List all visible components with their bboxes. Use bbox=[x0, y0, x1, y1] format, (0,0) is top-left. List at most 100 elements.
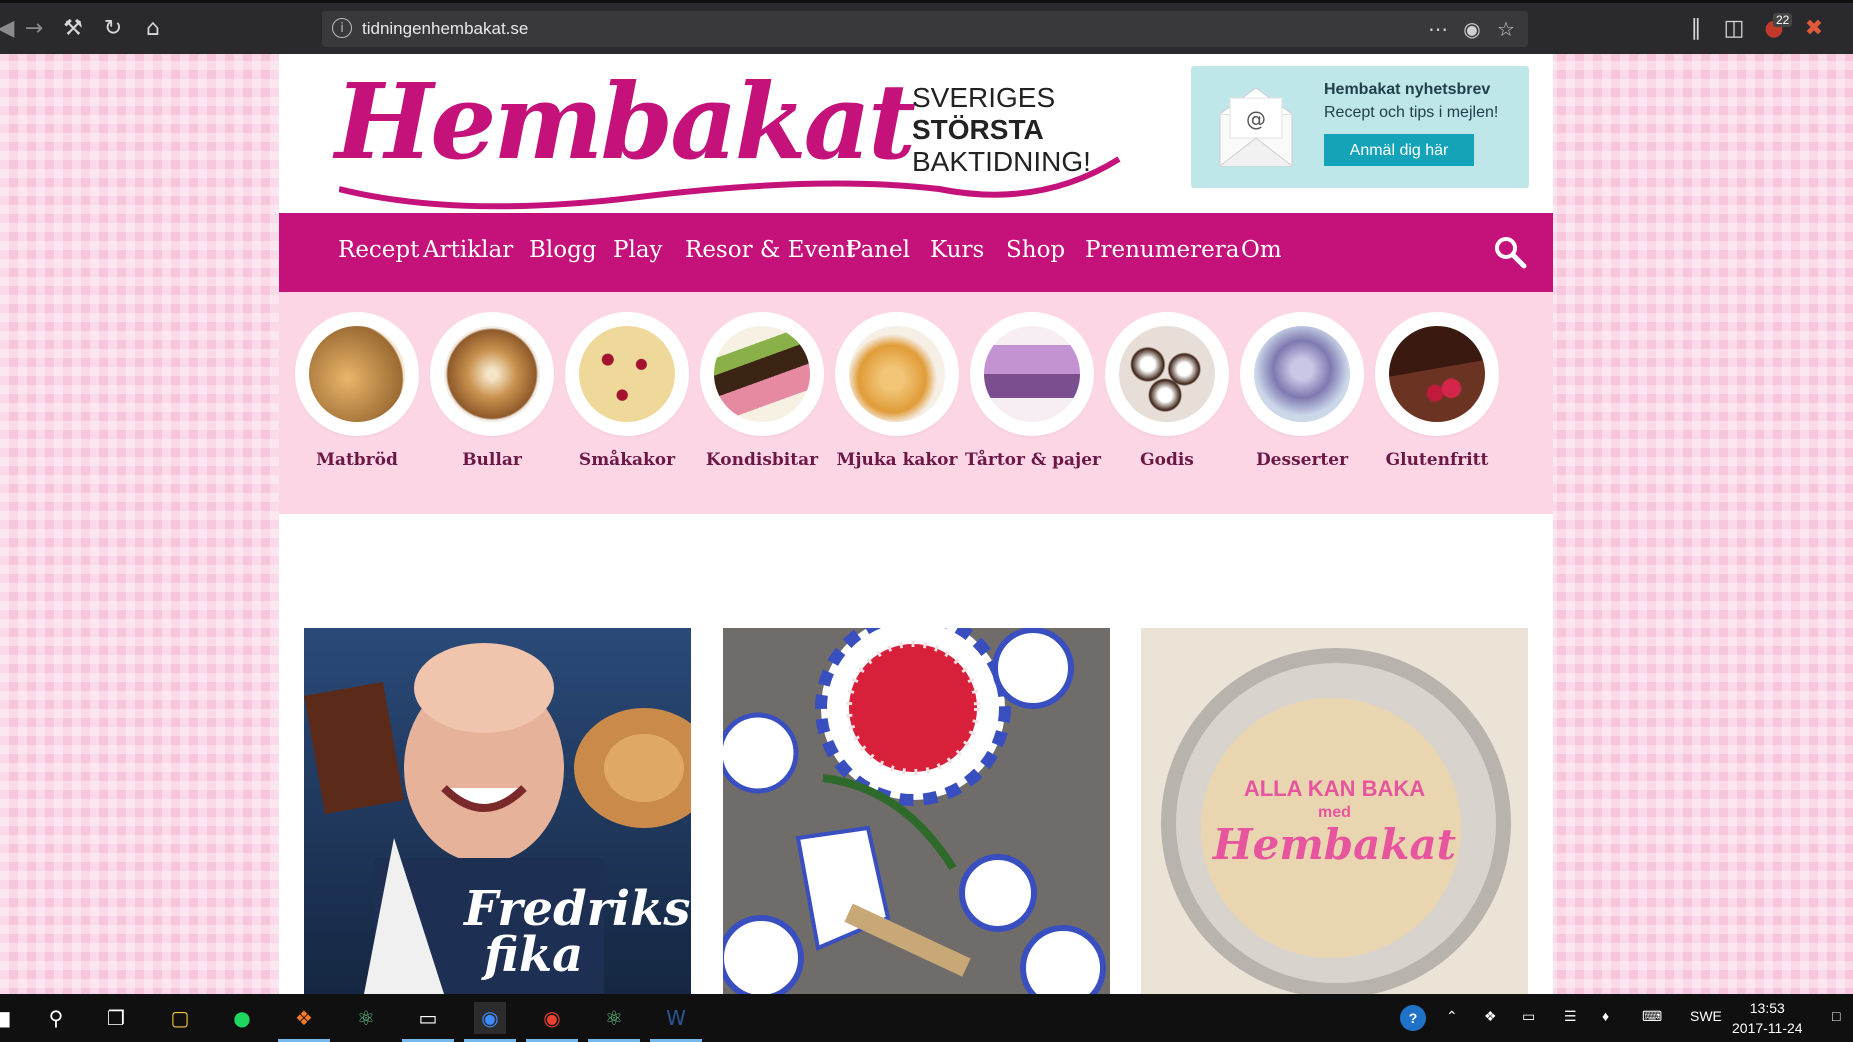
category-image[interactable] bbox=[839, 316, 955, 432]
category-kondisbitar[interactable]: Kondisbitar bbox=[695, 316, 829, 470]
category-label[interactable]: Bullar bbox=[425, 450, 559, 470]
envelope-icon: @ bbox=[1219, 87, 1293, 167]
search-icon[interactable]: ⚲ bbox=[40, 1002, 72, 1034]
card-title-line1: Fredriks bbox=[464, 881, 691, 937]
taskbar: ■ ⚲ ❐ ▢ ● ❖ ⚛ ▭ ◉ ◉ ⚛ W ? ⌃ ❖ ▭ ☰ ♦ ⌨ SW… bbox=[0, 994, 1853, 1042]
reload-icon[interactable]: ↻ bbox=[97, 13, 129, 45]
category-image[interactable] bbox=[1244, 316, 1360, 432]
pocket-icon[interactable]: ◉ bbox=[1458, 15, 1486, 43]
category-image[interactable] bbox=[569, 316, 685, 432]
newsletter-box: @ Hembakat nyhetsbrev Recept och tips i … bbox=[1191, 66, 1529, 188]
category-label[interactable]: Matbröd bbox=[290, 450, 424, 470]
nav-item-prenumerera[interactable]: Prenumerera bbox=[1085, 237, 1239, 263]
tools-icon[interactable]: ⚒ bbox=[57, 13, 89, 45]
address-bar[interactable]: i tidningenhembakat.se ⋯ ◉ ☆ bbox=[322, 11, 1528, 47]
nav-item-play[interactable]: Play bbox=[613, 237, 663, 263]
sidebar-icon[interactable]: ◫ bbox=[1718, 13, 1750, 45]
task-view-icon[interactable]: ❐ bbox=[100, 1002, 132, 1034]
category-image[interactable] bbox=[1379, 316, 1495, 432]
svg-text:@: @ bbox=[1246, 107, 1266, 131]
wifi-icon[interactable]: ☰ bbox=[1564, 1008, 1577, 1025]
clock-time: 13:53 bbox=[1749, 1000, 1785, 1016]
start-icon[interactable]: ■ bbox=[0, 1002, 18, 1034]
chrome-icon[interactable]: ◉ bbox=[526, 1002, 578, 1042]
category-label[interactable]: Småkakor bbox=[560, 450, 694, 470]
category-label[interactable]: Glutenfritt bbox=[1370, 450, 1504, 470]
tagline-line1: SVERIGES bbox=[912, 82, 1056, 113]
nav-item-artiklar[interactable]: Artiklar bbox=[423, 237, 513, 263]
battery-icon[interactable]: ▭ bbox=[1522, 1008, 1535, 1025]
site-header: Hembakat SVERIGES STÖRSTA BAKTIDNING! @ … bbox=[279, 54, 1553, 213]
card-line3: Hembakat bbox=[1212, 820, 1457, 869]
url-text[interactable]: tidningenhembakat.se bbox=[362, 19, 528, 39]
category-godis[interactable]: Godis bbox=[1100, 316, 1234, 470]
library-icon[interactable]: ∥ bbox=[1680, 13, 1712, 45]
language-indicator[interactable]: SWE bbox=[1690, 1008, 1722, 1024]
spotify-icon[interactable]: ● bbox=[226, 1002, 258, 1034]
newsletter-subtitle: Recept och tips i mejlen! bbox=[1324, 104, 1499, 121]
card-title-line2: fika bbox=[484, 927, 584, 983]
nav-item-panel[interactable]: Panel bbox=[846, 237, 910, 263]
category-image[interactable] bbox=[974, 316, 1090, 432]
home-icon[interactable]: ⌂ bbox=[137, 13, 169, 45]
firefox-icon[interactable]: ◉ bbox=[464, 1002, 516, 1042]
page: Hembakat SVERIGES STÖRSTA BAKTIDNING! @ … bbox=[279, 54, 1553, 994]
terminal-icon[interactable]: ▭ bbox=[402, 1002, 454, 1042]
card-image bbox=[723, 628, 1110, 994]
category-label[interactable]: Desserter bbox=[1235, 450, 1369, 470]
category-bullar[interactable]: Bullar bbox=[425, 316, 559, 470]
nav-item-kurs[interactable]: Kurs bbox=[930, 237, 984, 263]
category-mjuka-kakor[interactable]: Mjuka kakor bbox=[830, 316, 964, 470]
volume-muted-icon[interactable]: ♦ bbox=[1602, 1008, 1609, 1024]
tagline-line2: STÖRSTA bbox=[912, 114, 1044, 145]
card-fredriks-fika[interactable]: Fredriks fika bbox=[304, 628, 691, 994]
nav-item-shop[interactable]: Shop bbox=[1006, 237, 1065, 263]
star-icon[interactable]: ☆ bbox=[1492, 15, 1520, 43]
category-matbrod[interactable]: Matbröd bbox=[290, 316, 424, 470]
extension-icon[interactable]: ✖ bbox=[1798, 13, 1830, 45]
nav-item-om[interactable]: Om bbox=[1241, 237, 1282, 263]
category-image[interactable] bbox=[1109, 316, 1225, 432]
category-tartor-pajer[interactable]: Tårtor & pajer bbox=[965, 316, 1101, 470]
category-label[interactable]: Kondisbitar bbox=[695, 450, 829, 470]
notifications-icon[interactable]: □ bbox=[1832, 1008, 1840, 1024]
file-explorer-icon[interactable]: ▢ bbox=[164, 1002, 196, 1034]
category-smakakor[interactable]: Småkakor bbox=[560, 316, 694, 470]
tagline-line3: BAKTIDNING! bbox=[912, 146, 1091, 177]
newsletter-title: Hembakat nyhetsbrev bbox=[1324, 81, 1491, 98]
forward-icon[interactable]: → bbox=[18, 13, 50, 45]
nav-item-blogg[interactable]: Blogg bbox=[529, 237, 597, 263]
more-icon[interactable]: ⋯ bbox=[1424, 15, 1452, 43]
atom-icon-2[interactable]: ⚛ bbox=[588, 1002, 640, 1042]
badge-count: 22 bbox=[1773, 13, 1793, 27]
category-label[interactable]: Godis bbox=[1100, 450, 1234, 470]
card-line1: ALLA KAN BAKA bbox=[1243, 776, 1426, 801]
category-label[interactable]: Tårtor & pajer bbox=[965, 450, 1101, 470]
chevron-up-icon[interactable]: ⌃ bbox=[1446, 1008, 1458, 1025]
atom-icon[interactable]: ⚛ bbox=[350, 1002, 382, 1034]
category-label[interactable]: Mjuka kakor bbox=[830, 450, 964, 470]
browser-toolbar: ◀ → ⚒ ↻ ⌂ i tidningenhembakat.se ⋯ ◉ ☆ ∥… bbox=[0, 0, 1853, 54]
category-bar: Matbröd Bullar Småkakor Kondisbitar Mjuk… bbox=[279, 292, 1553, 514]
system-clock[interactable]: 13:53 2017-11-24 bbox=[1732, 998, 1803, 1038]
nav-item-recept[interactable]: Recept bbox=[338, 237, 419, 263]
search-icon[interactable] bbox=[1493, 235, 1527, 269]
main-nav: Recept Artiklar Blogg Play Resor & Event… bbox=[279, 213, 1553, 292]
word-icon[interactable]: W bbox=[650, 1002, 702, 1042]
info-icon[interactable]: i bbox=[332, 18, 352, 38]
dropbox-icon[interactable]: ❖ bbox=[1484, 1008, 1497, 1025]
category-image[interactable] bbox=[299, 316, 415, 432]
category-image[interactable] bbox=[434, 316, 550, 432]
keyboard-icon[interactable]: ⌨ bbox=[1642, 1008, 1662, 1025]
category-desserter[interactable]: Desserter bbox=[1235, 316, 1369, 470]
card-berry-cake[interactable] bbox=[723, 628, 1110, 994]
help-icon[interactable]: ? bbox=[1400, 1005, 1426, 1031]
category-glutenfritt[interactable]: Glutenfritt bbox=[1370, 316, 1504, 470]
xampp-icon[interactable]: ❖ bbox=[278, 1002, 330, 1042]
tagline: SVERIGES STÖRSTA BAKTIDNING! bbox=[912, 82, 1091, 178]
nav-item-resor-event[interactable]: Resor & Event bbox=[685, 237, 855, 263]
newsletter-signup-button[interactable]: Anmäl dig här bbox=[1324, 134, 1474, 166]
category-image[interactable] bbox=[704, 316, 820, 432]
clock-date: 2017-11-24 bbox=[1732, 1020, 1803, 1036]
card-alla-kan-baka[interactable]: ALLA KAN BAKA med Hembakat bbox=[1141, 628, 1528, 994]
